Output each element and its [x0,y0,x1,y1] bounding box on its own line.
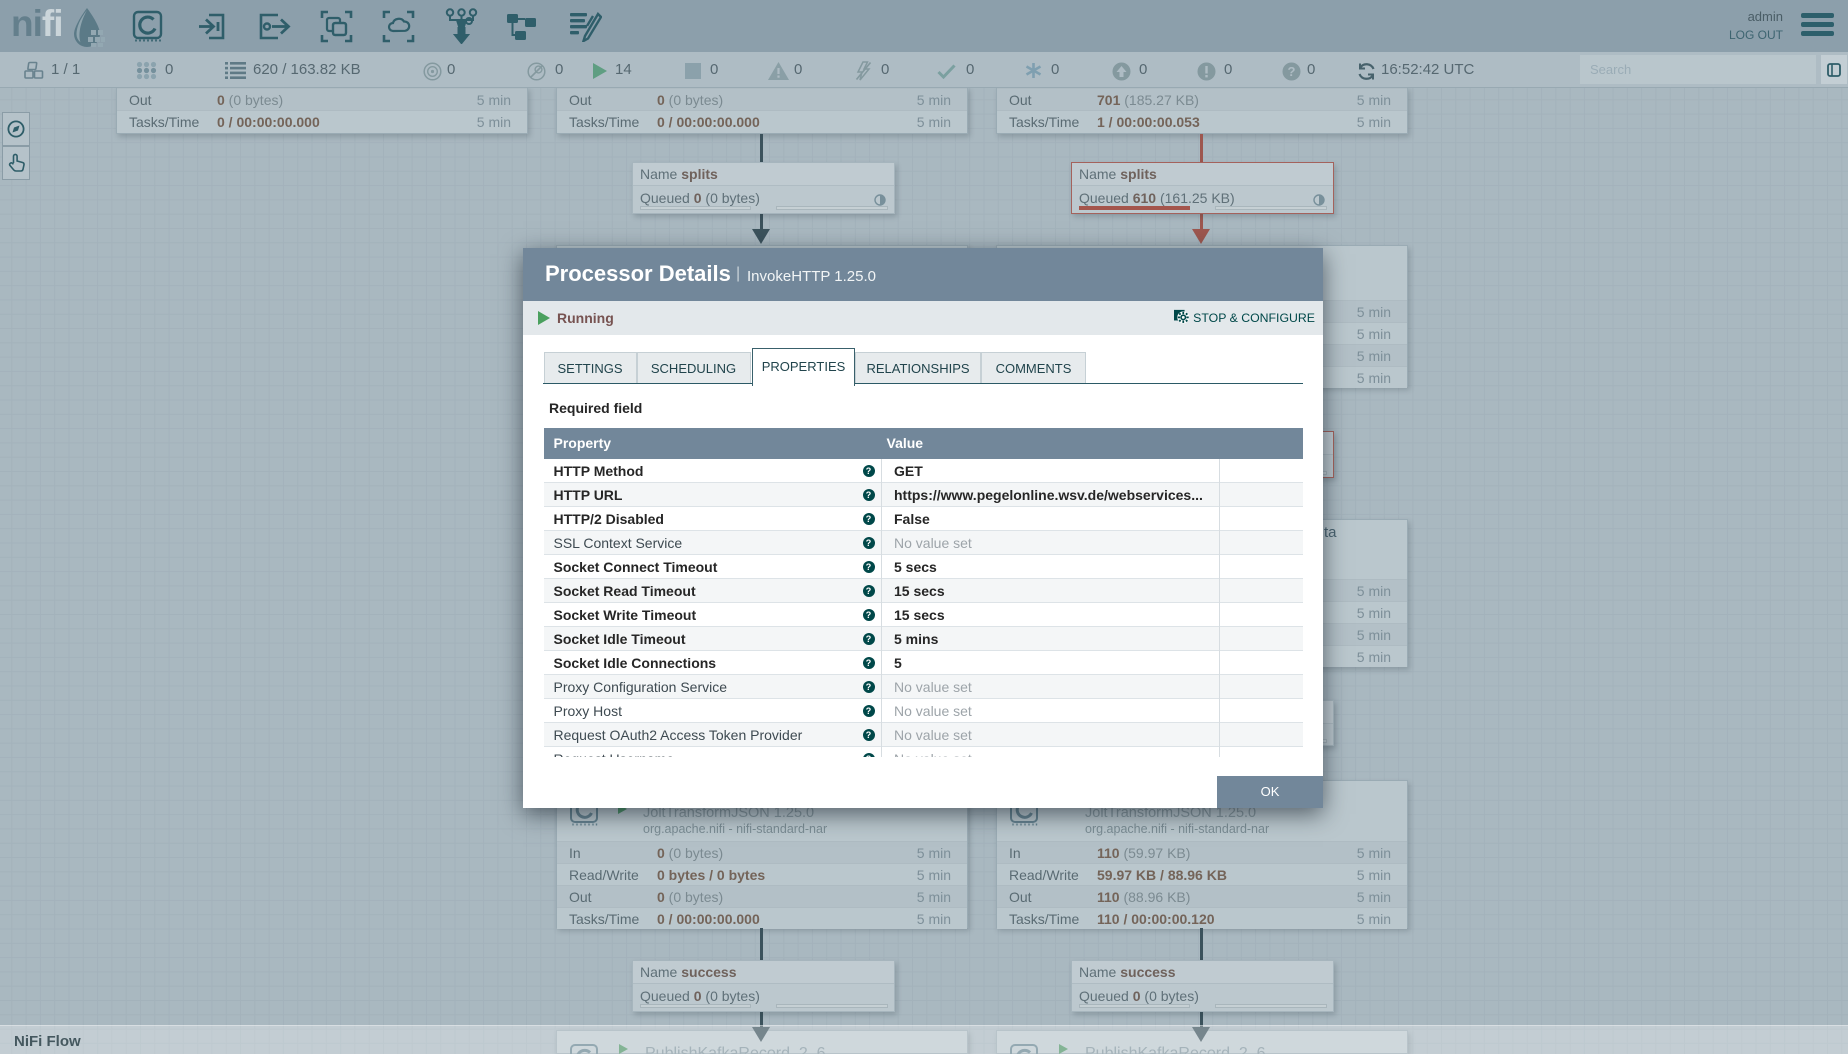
svg-text:?: ? [1288,64,1296,79]
